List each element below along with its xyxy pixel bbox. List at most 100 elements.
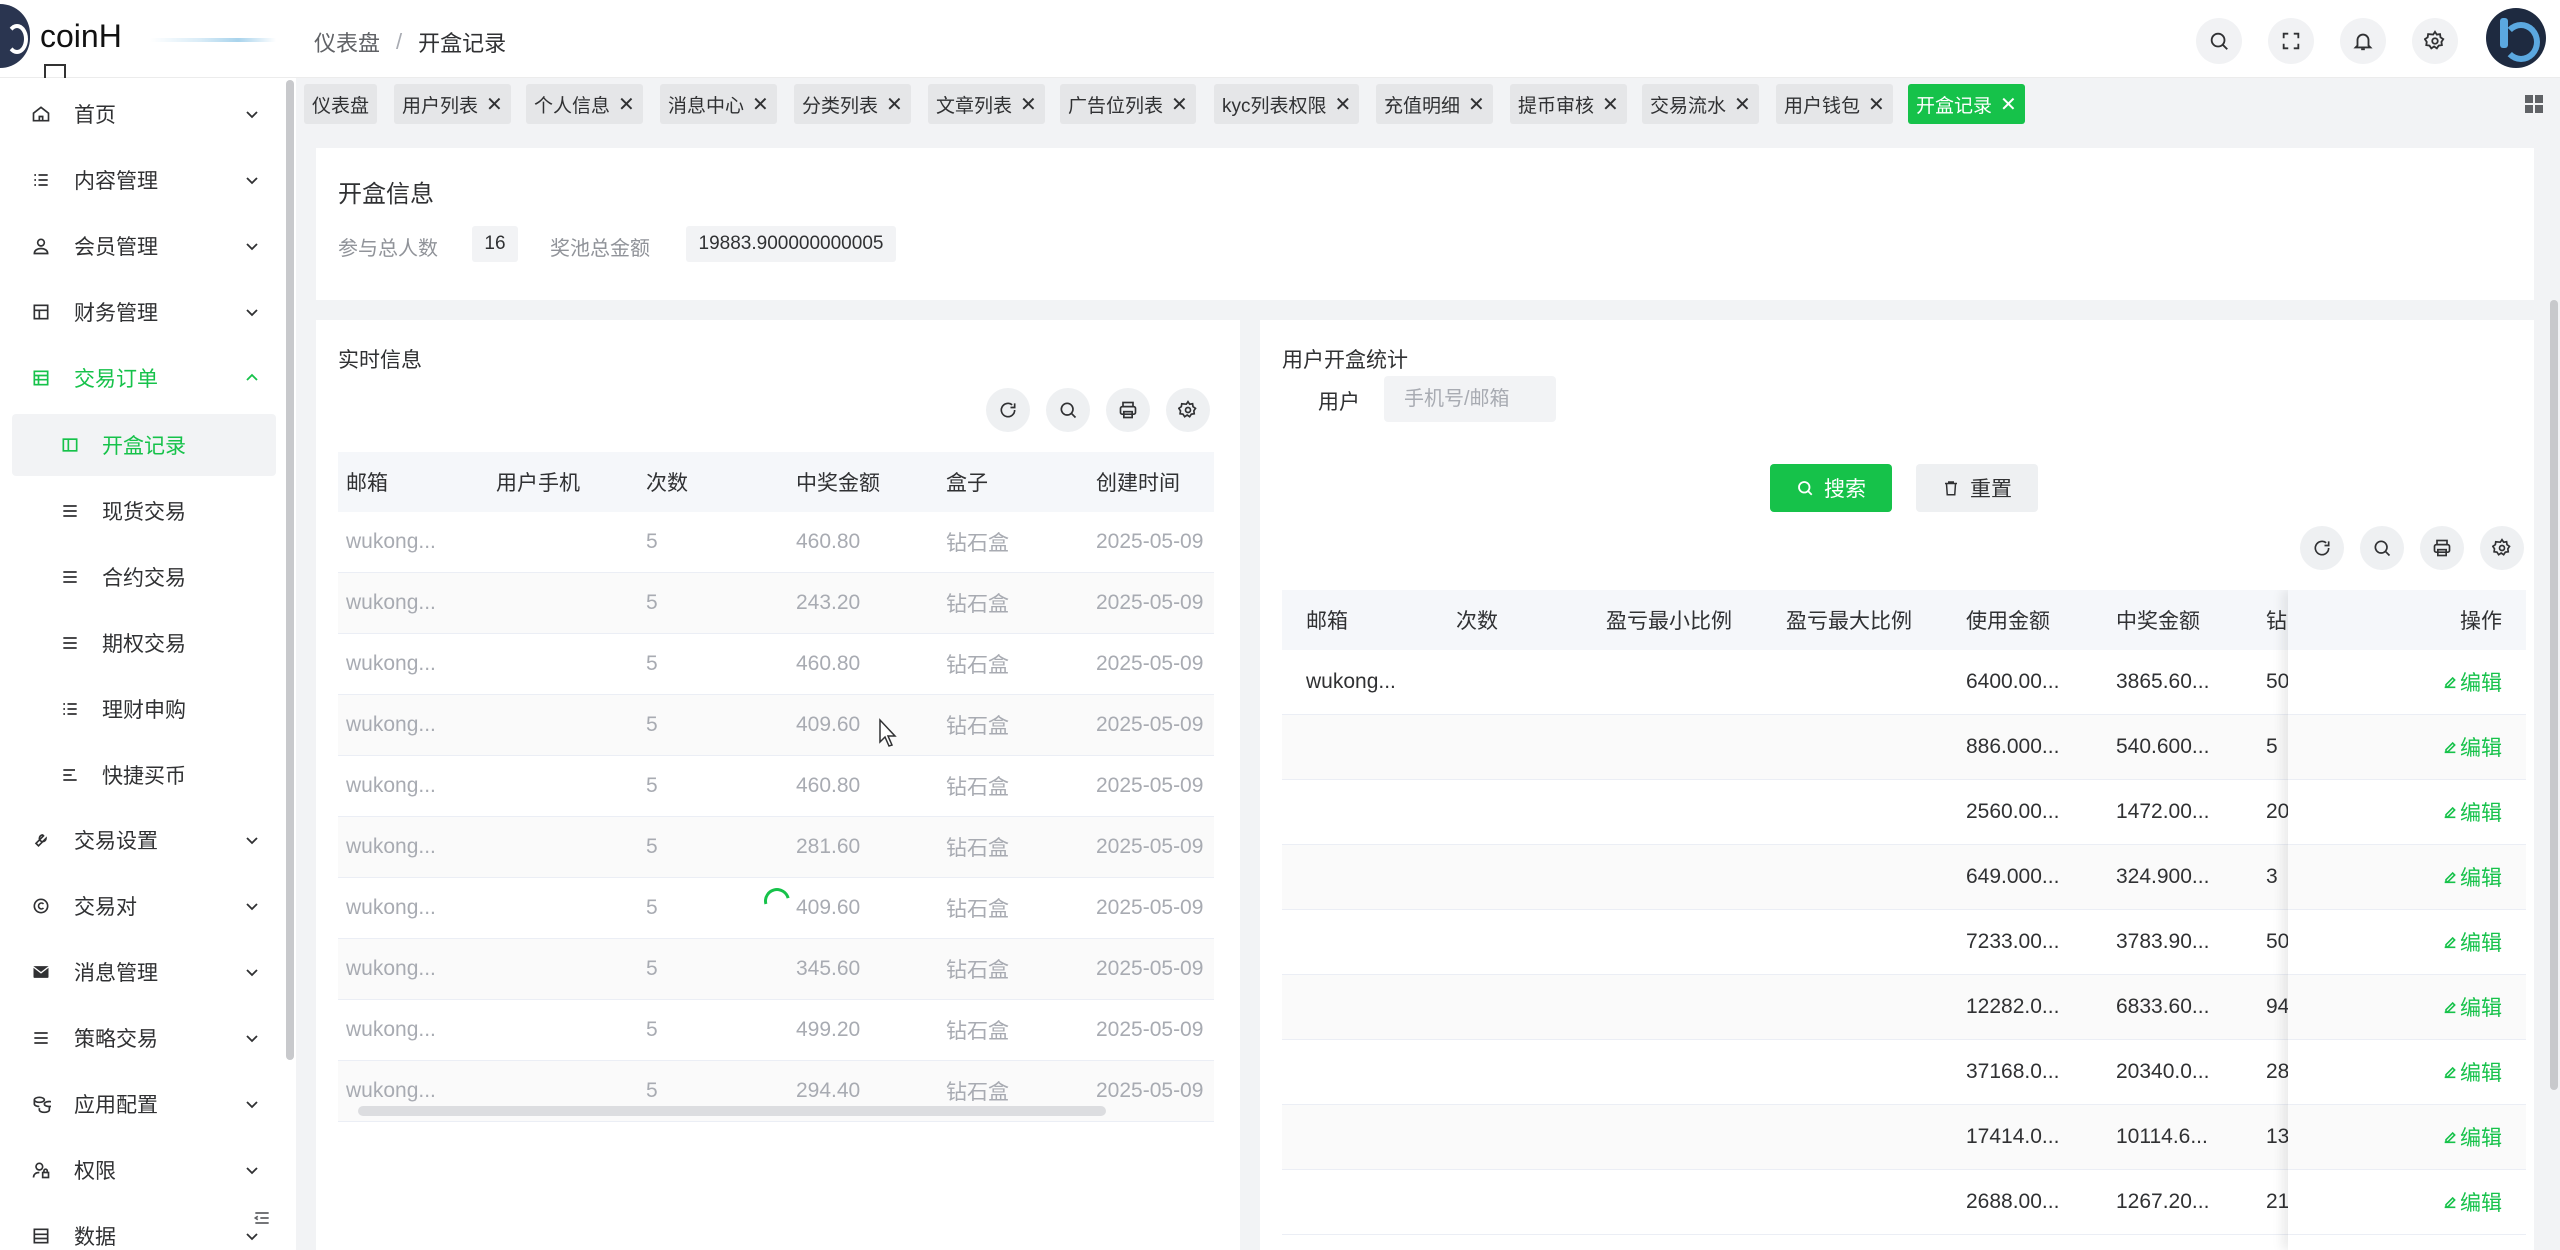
table-row[interactable]: wukong... 5 460.80 钻石盒 2025-05-09	[338, 512, 1214, 573]
sidebar-collapse-button[interactable]	[248, 1204, 276, 1232]
tab-article-list[interactable]: 文章列表 ✕	[928, 84, 1045, 124]
column-settings-button[interactable]	[1166, 388, 1210, 432]
close-icon[interactable]: ✕	[752, 92, 769, 117]
column-header[interactable]: 创建时间	[1088, 467, 1214, 497]
user-search-input[interactable]	[1384, 376, 1556, 422]
tab-withdraw-review[interactable]: 提币审核 ✕	[1510, 84, 1627, 124]
sidebar-item-home[interactable]: 首页	[12, 84, 276, 144]
participants-label: 参与总人数	[338, 238, 438, 260]
close-icon[interactable]: ✕	[886, 92, 903, 117]
close-icon[interactable]: ✕	[1020, 92, 1037, 117]
stats-search-button[interactable]	[2360, 526, 2404, 570]
settings-button[interactable]	[2412, 18, 2458, 64]
close-icon[interactable]: ✕	[1335, 92, 1352, 117]
table-row[interactable]: wukong... 5 409.60 钻石盒 2025-05-09	[338, 695, 1214, 756]
edit-button-label: 编辑	[2460, 672, 2502, 695]
table-row[interactable]: wukong... 5 281.60 钻石盒 2025-05-09	[338, 817, 1214, 878]
action-cell: 编辑	[2288, 1105, 2526, 1170]
close-icon[interactable]: ✕	[1602, 92, 1619, 117]
sidebar-item-permissions[interactable]: 权限	[12, 1140, 276, 1200]
column-header[interactable]: 邮箱	[338, 467, 488, 497]
breadcrumb-parent[interactable]: 仪表盘	[314, 26, 380, 58]
sidebar-subitem-contract[interactable]: 合约交易	[12, 546, 276, 608]
close-icon[interactable]: ✕	[1468, 92, 1485, 117]
column-header[interactable]: 中奖金额	[788, 467, 938, 497]
stats-print-button[interactable]	[2420, 526, 2464, 570]
sidebar-subitem-box-records[interactable]: 开盒记录	[12, 414, 276, 476]
reset-button[interactable]: 重置	[1916, 464, 2038, 512]
header-search-button[interactable]	[2196, 18, 2242, 64]
sidebar-item-trading-pairs[interactable]: 交易对	[12, 876, 276, 936]
table-row[interactable]: wukong... 5 460.80 钻石盒 2025-05-09	[338, 756, 1214, 817]
sidebar-subitem-spot[interactable]: 现货交易	[12, 480, 276, 542]
sidebar-item-app-config[interactable]: 应用配置	[12, 1074, 276, 1134]
sidebar-scrollbar[interactable]	[286, 80, 294, 1060]
edit-button[interactable]: 编辑	[2442, 992, 2502, 1022]
sidebar-item-members[interactable]: 会员管理	[12, 216, 276, 276]
gear-icon	[2492, 538, 2511, 556]
table-row[interactable]: wukong... 5 499.20 钻石盒 2025-05-09	[338, 1000, 1214, 1061]
sidebar-subitem-quick-buy[interactable]: 快捷买币	[12, 744, 276, 806]
column-header[interactable]: 使用金额	[1942, 605, 2092, 635]
column-header[interactable]: 邮箱	[1282, 605, 1432, 635]
tab-dashboard[interactable]: 仪表盘	[304, 84, 378, 124]
close-icon[interactable]: ✕	[618, 92, 635, 117]
table-row[interactable]: wukong... 5 243.20 钻石盒 2025-05-09	[338, 573, 1214, 634]
column-header[interactable]: 盈亏最大比例	[1762, 605, 1942, 635]
sidebar-item-finance[interactable]: 财务管理	[12, 282, 276, 342]
tab-kyc-list[interactable]: kyc列表权限 ✕	[1214, 84, 1360, 124]
tab-recharge-details[interactable]: 充值明细 ✕	[1376, 84, 1493, 124]
tab-user-list[interactable]: 用户列表 ✕	[394, 84, 511, 124]
stats-column-settings-button[interactable]	[2480, 526, 2524, 570]
sidebar-item-orders[interactable]: 交易订单	[12, 348, 276, 408]
table-cell: 2025-05-09	[1096, 1079, 1204, 1102]
sidebar-item-messages[interactable]: 消息管理	[12, 942, 276, 1002]
tab-message-center[interactable]: 消息中心 ✕	[660, 84, 777, 124]
sidebar-item-trade-settings[interactable]: 交易设置	[12, 810, 276, 870]
column-header[interactable]: 盒子	[938, 467, 1088, 497]
grid-icon[interactable]	[2522, 92, 2546, 116]
table-row[interactable]: wukong... 5 345.60 钻石盒 2025-05-09	[338, 939, 1214, 1000]
sidebar-subitem-wealth[interactable]: 理财申购	[12, 678, 276, 740]
edit-button[interactable]: 编辑	[2442, 797, 2502, 827]
close-icon[interactable]: ✕	[2000, 92, 2017, 117]
close-icon[interactable]: ✕	[1171, 92, 1188, 117]
sidebar-item-content[interactable]: 内容管理	[12, 150, 276, 210]
edit-button[interactable]: 编辑	[2442, 927, 2502, 957]
column-header[interactable]: 盈亏最小比例	[1582, 605, 1762, 635]
sidebar-item-strategy[interactable]: 策略交易	[12, 1008, 276, 1068]
close-icon[interactable]: ✕	[1734, 92, 1751, 117]
edit-button[interactable]: 编辑	[2442, 1122, 2502, 1152]
close-icon[interactable]: ✕	[1868, 92, 1885, 117]
table-search-button[interactable]	[1046, 388, 1090, 432]
table-row[interactable]: wukong... 5 460.80 钻石盒 2025-05-09	[338, 634, 1214, 695]
print-button[interactable]	[1106, 388, 1150, 432]
tab-ad-list[interactable]: 广告位列表 ✕	[1060, 84, 1196, 124]
sidebar-subitem-options[interactable]: 期权交易	[12, 612, 276, 674]
column-header[interactable]: 用户手机	[488, 467, 638, 497]
tab-category-list[interactable]: 分类列表 ✕	[794, 84, 911, 124]
tab-profile[interactable]: 个人信息 ✕	[526, 84, 643, 124]
edit-button[interactable]: 编辑	[2442, 1057, 2502, 1087]
column-header[interactable]: 中奖金额	[2092, 605, 2242, 635]
fullscreen-button[interactable]	[2268, 18, 2314, 64]
page-vertical-scrollbar[interactable]	[2550, 300, 2558, 1090]
notifications-button[interactable]	[2340, 18, 2386, 64]
user-avatar[interactable]	[2486, 8, 2546, 68]
sidebar-item-data[interactable]: 数据	[12, 1206, 276, 1250]
search-button[interactable]: 搜索	[1770, 464, 1892, 512]
close-icon[interactable]: ✕	[486, 92, 503, 117]
edit-button[interactable]: 编辑	[2442, 1187, 2502, 1217]
column-header[interactable]: 次数	[1432, 605, 1582, 635]
edit-button[interactable]: 编辑	[2442, 667, 2502, 697]
tab-box-records[interactable]: 开盒记录 ✕	[1908, 84, 2025, 124]
edit-button[interactable]: 编辑	[2442, 732, 2502, 762]
tab-user-wallet[interactable]: 用户钱包 ✕	[1776, 84, 1893, 124]
table-horizontal-scrollbar[interactable]	[358, 1106, 1106, 1116]
refresh-button[interactable]	[986, 388, 1030, 432]
edit-button[interactable]: 编辑	[2442, 862, 2502, 892]
tab-transactions[interactable]: 交易流水 ✕	[1642, 84, 1759, 124]
column-header[interactable]: 次数	[638, 467, 788, 497]
app-logo[interactable]: coinH	[0, 0, 290, 78]
stats-refresh-button[interactable]	[2300, 526, 2344, 570]
